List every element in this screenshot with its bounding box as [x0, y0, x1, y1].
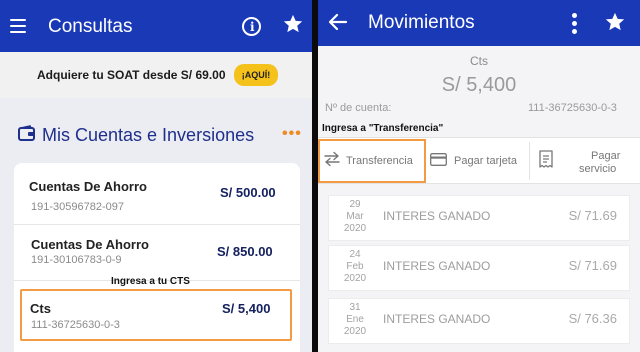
- movement-date: 24 Feb 2020: [343, 249, 367, 285]
- account-balance: S/ 500.00: [220, 185, 276, 200]
- star-icon[interactable]: [604, 11, 626, 33]
- movement-amount: S/ 71.69: [568, 208, 617, 223]
- account-type-label: Cts: [470, 54, 488, 68]
- wallet-icon: [18, 125, 35, 141]
- account-balance: S/ 850.00: [217, 244, 273, 259]
- soat-promo-banner: Adquiere tu SOAT desde S/ 69.00 ¡AQUÍ!: [0, 52, 312, 98]
- aqui-button[interactable]: ¡AQUÍ!: [234, 64, 278, 86]
- movement-month: Ene: [346, 314, 364, 325]
- app-header: Movimientos: [318, 0, 640, 46]
- movement-month: Mar: [346, 211, 364, 222]
- more-options-icon[interactable]: •••: [282, 125, 302, 143]
- soat-promo-text: Adquiere tu SOAT desde S/ 69.00: [37, 68, 226, 82]
- info-icon[interactable]: i: [242, 17, 261, 36]
- movement-amount: S/ 76.36: [568, 311, 617, 326]
- kebab-menu-icon[interactable]: [572, 13, 578, 34]
- account-number-label: Nº de cuenta:: [325, 102, 392, 114]
- movement-date: 29 Mar 2020: [343, 199, 367, 235]
- account-balance: S/ 5,400: [441, 74, 517, 96]
- consultas-screen: Consultas i Adquiere tu SOAT desde S/ 69…: [0, 0, 312, 352]
- cts-annotation: Ingresa a tu CTS: [111, 276, 190, 287]
- pay-card-label: Pagar tarjeta: [454, 155, 517, 167]
- movement-description: INTERES GANADO: [383, 312, 491, 326]
- account-number: 191-30596782-097: [31, 201, 124, 213]
- movement-month: Feb: [346, 261, 364, 272]
- account-name: Cuentas De Ahorro: [31, 237, 149, 252]
- movement-description: INTERES GANADO: [383, 259, 491, 273]
- pay-service-button[interactable]: Pagar servicio: [530, 138, 640, 183]
- pay-service-label-line1: Pagar: [591, 150, 621, 162]
- movement-year: 2020: [343, 223, 367, 234]
- menu-icon[interactable]: [10, 19, 26, 33]
- star-icon[interactable]: [282, 13, 304, 35]
- account-name: Cuentas De Ahorro: [29, 179, 147, 194]
- section-title: Mis Cuentas e Inversiones: [42, 125, 255, 145]
- receipt-icon: [539, 150, 553, 168]
- movement-row[interactable]: 24 Feb 2020 INTERES GANADO S/ 71.69: [328, 245, 630, 291]
- movement-day: 31: [349, 302, 361, 313]
- account-number: 191-30106783-0-9: [31, 254, 122, 266]
- movement-day: 29: [349, 199, 361, 210]
- movement-day: 24: [349, 249, 361, 260]
- movement-year: 2020: [343, 273, 367, 284]
- movement-date: 31 Ene 2020: [343, 302, 367, 338]
- movimientos-screen: Movimientos Cts S/ 5,400 Nº de cuenta: 1…: [318, 0, 640, 352]
- transfer-annotation: Ingresa a "Transferencia": [322, 123, 444, 134]
- page-title: Movimientos: [368, 12, 475, 33]
- movement-amount: S/ 71.69: [568, 258, 617, 273]
- movement-row[interactable]: 31 Ene 2020 INTERES GANADO S/ 76.36: [328, 298, 630, 344]
- card-icon: [430, 153, 447, 166]
- movement-year: 2020: [343, 326, 367, 337]
- movement-row[interactable]: 29 Mar 2020 INTERES GANADO S/ 71.69: [328, 195, 630, 241]
- pay-service-label-line2: servicio: [579, 163, 617, 175]
- page-title: Consultas: [48, 16, 133, 37]
- divider: [14, 224, 300, 225]
- transfer-highlight-box: [318, 139, 426, 183]
- movement-description: INTERES GANADO: [383, 209, 491, 223]
- app-header: Consultas i: [0, 0, 312, 52]
- cts-highlight-box: [20, 289, 292, 341]
- pay-card-button[interactable]: Pagar tarjeta: [425, 138, 529, 183]
- back-arrow-icon[interactable]: [328, 12, 348, 32]
- account-number: 111-36725630-0-3: [528, 102, 617, 114]
